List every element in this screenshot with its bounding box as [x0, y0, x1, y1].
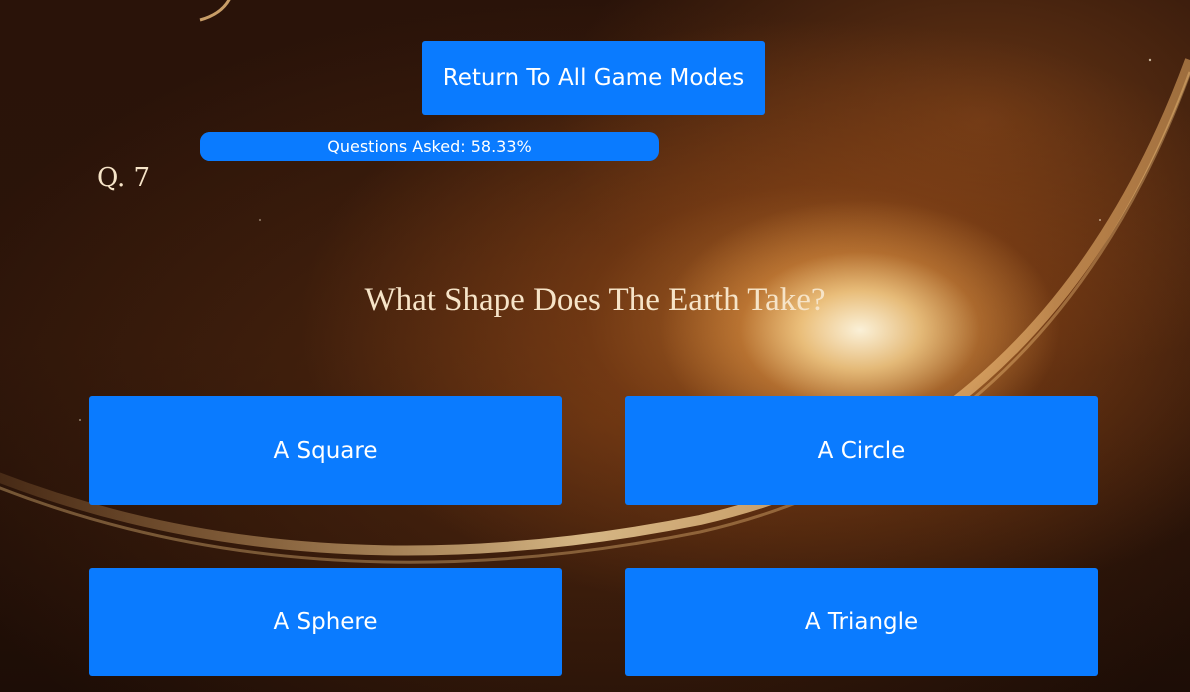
answer-button-a-square[interactable]: A Square — [89, 396, 562, 505]
progress-label: Questions Asked: 58.33% — [327, 137, 532, 156]
answer-button-a-sphere[interactable]: A Sphere — [89, 568, 562, 676]
return-to-game-modes-button[interactable]: Return To All Game Modes — [422, 41, 765, 115]
answer-button-a-triangle[interactable]: A Triangle — [625, 568, 1098, 676]
answer-button-a-circle[interactable]: A Circle — [625, 396, 1098, 505]
question-text: What Shape Does The Earth Take? — [364, 282, 826, 318]
question-number: Q. 7 — [97, 163, 151, 193]
questions-progress-bar: Questions Asked: 58.33% — [200, 132, 659, 161]
